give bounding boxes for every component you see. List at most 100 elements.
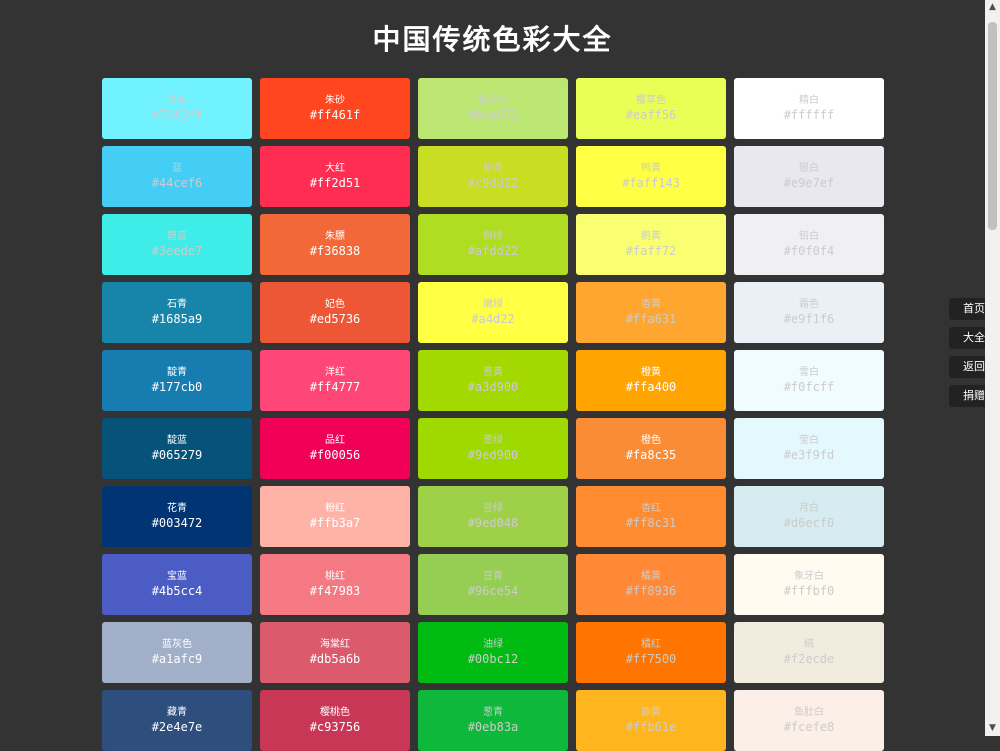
color-swatch[interactable]: 花青 #003472 bbox=[102, 486, 252, 547]
color-name: 粉红 bbox=[325, 503, 345, 514]
color-hex: #1685a9 bbox=[151, 312, 203, 326]
color-swatch[interactable]: 豆青 #96ce54 bbox=[418, 554, 568, 615]
color-hex: #f00056 bbox=[309, 448, 361, 462]
color-swatch[interactable]: 鸭黄 #faff143 bbox=[576, 146, 726, 207]
scroll-up-arrow-icon[interactable]: ▲ bbox=[985, 0, 1000, 15]
color-name: 大红 bbox=[325, 163, 345, 174]
color-name: 杏红 bbox=[641, 503, 661, 514]
color-hex: #faff143 bbox=[622, 176, 680, 190]
color-name: 精白 bbox=[799, 95, 819, 106]
color-swatch[interactable]: 靛蓝 #065279 bbox=[102, 418, 252, 479]
color-name: 橙黄 bbox=[641, 367, 661, 378]
color-name: 青蓝 bbox=[167, 95, 187, 106]
color-hex: #faff72 bbox=[625, 244, 677, 258]
color-name: 鹅黄 bbox=[641, 231, 661, 242]
color-swatch[interactable]: 樱草色 #eaff56 bbox=[576, 78, 726, 139]
color-hex: #c9dd22 bbox=[467, 176, 519, 190]
color-swatch[interactable]: 橘黄 #ff8936 bbox=[576, 554, 726, 615]
color-hex: #3eede7 bbox=[151, 244, 203, 258]
color-hex: #a3d900 bbox=[467, 380, 519, 394]
color-hex: #e3f9fd bbox=[783, 448, 835, 462]
color-swatch[interactable]: 石青 #1685a9 bbox=[102, 282, 252, 343]
color-swatch[interactable]: 柳绿 #afdd22 bbox=[418, 214, 568, 275]
color-swatch[interactable]: 碧蓝 #3eede7 bbox=[102, 214, 252, 275]
color-name: 橙色 bbox=[641, 435, 661, 446]
color-swatch[interactable]: 洋红 #ff4777 bbox=[260, 350, 410, 411]
color-swatch[interactable]: 柳黄 #c9dd22 bbox=[418, 146, 568, 207]
color-swatch[interactable]: 莹白 #e3f9fd bbox=[734, 418, 884, 479]
color-name: 象牙白 bbox=[794, 571, 824, 582]
color-swatch[interactable]: 葱黄 #a3d900 bbox=[418, 350, 568, 411]
color-hex: #f0f0f4 bbox=[783, 244, 835, 258]
color-hex: #ff8c31 bbox=[625, 516, 677, 530]
color-hex: #ff2d51 bbox=[309, 176, 361, 190]
color-name: 月白 bbox=[799, 503, 819, 514]
color-swatch[interactable]: 缟 #f2ecde bbox=[734, 622, 884, 683]
color-swatch[interactable]: 朱砂 #ff461f bbox=[260, 78, 410, 139]
color-swatch[interactable]: 象牙白 #fffbf0 bbox=[734, 554, 884, 615]
color-name: 银白 bbox=[799, 163, 819, 174]
color-swatch[interactable]: 朱膘 #f36838 bbox=[260, 214, 410, 275]
color-swatch[interactable]: 橘红 #ff7500 bbox=[576, 622, 726, 683]
color-hex: #ed5736 bbox=[309, 312, 361, 326]
color-hex: #fffbf0 bbox=[783, 584, 835, 598]
color-name: 莹白 bbox=[799, 435, 819, 446]
color-hex: #ff7500 bbox=[625, 652, 677, 666]
color-swatch[interactable]: 藏青 #2e4e7e bbox=[102, 690, 252, 751]
color-hex: #70f3ff bbox=[151, 108, 203, 122]
color-swatch[interactable]: 桃红 #f47983 bbox=[260, 554, 410, 615]
color-swatch[interactable]: 妃色 #ed5736 bbox=[260, 282, 410, 343]
color-name: 豆青 bbox=[483, 571, 503, 582]
color-swatch[interactable]: 油绿 #00bc12 bbox=[418, 622, 568, 683]
color-name: 嫩绿 bbox=[483, 299, 503, 310]
color-swatch[interactable]: 豆绿 #9ed048 bbox=[418, 486, 568, 547]
color-name: 藤黄 bbox=[641, 707, 661, 718]
color-name: 柳黄 bbox=[483, 163, 503, 174]
color-hex: #afdd22 bbox=[467, 244, 519, 258]
color-swatch[interactable]: 雪白 #f0fcff bbox=[734, 350, 884, 411]
color-swatch[interactable]: 葱青 #0eb83a bbox=[418, 690, 568, 751]
color-swatch[interactable]: 宝蓝 #4b5cc4 bbox=[102, 554, 252, 615]
scrollbar-thumb[interactable] bbox=[988, 22, 997, 230]
color-swatch[interactable]: 粉红 #ffb3a7 bbox=[260, 486, 410, 547]
color-name: 朱砂 bbox=[325, 95, 345, 106]
color-swatch[interactable]: 杏红 #ff8c31 bbox=[576, 486, 726, 547]
color-hex: #ffb3a7 bbox=[309, 516, 361, 530]
color-swatch[interactable]: 月白 #d6ecf0 bbox=[734, 486, 884, 547]
color-swatch[interactable]: 嫩绿 #a4d22 bbox=[418, 282, 568, 343]
color-name: 松花色 bbox=[478, 95, 508, 106]
color-swatch[interactable]: 铅白 #f0f0f4 bbox=[734, 214, 884, 275]
color-hex: #f2ecde bbox=[783, 652, 835, 666]
color-swatch[interactable]: 蓝灰色 #a1afc9 bbox=[102, 622, 252, 683]
color-swatch[interactable]: 鱼肚白 #fcefe8 bbox=[734, 690, 884, 751]
vertical-scrollbar[interactable]: ▲ ▼ bbox=[985, 0, 1000, 736]
color-swatch[interactable]: 霜色 #e9f1f6 bbox=[734, 282, 884, 343]
color-swatch[interactable]: 鹅黄 #faff72 bbox=[576, 214, 726, 275]
color-swatch[interactable]: 靛青 #177cb0 bbox=[102, 350, 252, 411]
color-swatch[interactable]: 精白 #ffffff bbox=[734, 78, 884, 139]
color-hex: #f0fcff bbox=[783, 380, 835, 394]
color-swatch[interactable]: 杏黄 #ffa631 bbox=[576, 282, 726, 343]
color-swatch[interactable]: 青蓝 #70f3ff bbox=[102, 78, 252, 139]
color-swatch[interactable]: 橙色 #fa8c35 bbox=[576, 418, 726, 479]
color-swatch[interactable]: 樱桃色 #c93756 bbox=[260, 690, 410, 751]
color-swatch[interactable]: 海棠红 #db5a6b bbox=[260, 622, 410, 683]
color-swatch[interactable]: 藤黄 #ffb61e bbox=[576, 690, 726, 751]
color-swatch[interactable]: 葱绿 #9ed900 bbox=[418, 418, 568, 479]
color-name: 橘黄 bbox=[641, 571, 661, 582]
color-swatch[interactable]: 大红 #ff2d51 bbox=[260, 146, 410, 207]
color-name: 洋红 bbox=[325, 367, 345, 378]
color-name: 葱绿 bbox=[483, 435, 503, 446]
scroll-down-arrow-icon[interactable]: ▼ bbox=[985, 721, 1000, 736]
color-swatch[interactable]: 品红 #f00056 bbox=[260, 418, 410, 479]
color-grid: 青蓝 #70f3ff 朱砂 #ff461f 松花色 #bce672 樱草色 #eaff56 精白… bbox=[102, 78, 892, 751]
color-hex: #c93756 bbox=[309, 720, 361, 734]
page-title: 中国传统色彩大全 bbox=[372, 23, 613, 56]
color-hex: #f36838 bbox=[309, 244, 361, 258]
color-name: 靛青 bbox=[167, 367, 187, 378]
color-swatch[interactable]: 蓝 #44cef6 bbox=[102, 146, 252, 207]
color-swatch[interactable]: 松花色 #bce672 bbox=[418, 78, 568, 139]
color-swatch[interactable]: 银白 #e9e7ef bbox=[734, 146, 884, 207]
color-name: 石青 bbox=[167, 299, 187, 310]
color-swatch[interactable]: 橙黄 #ffa400 bbox=[576, 350, 726, 411]
